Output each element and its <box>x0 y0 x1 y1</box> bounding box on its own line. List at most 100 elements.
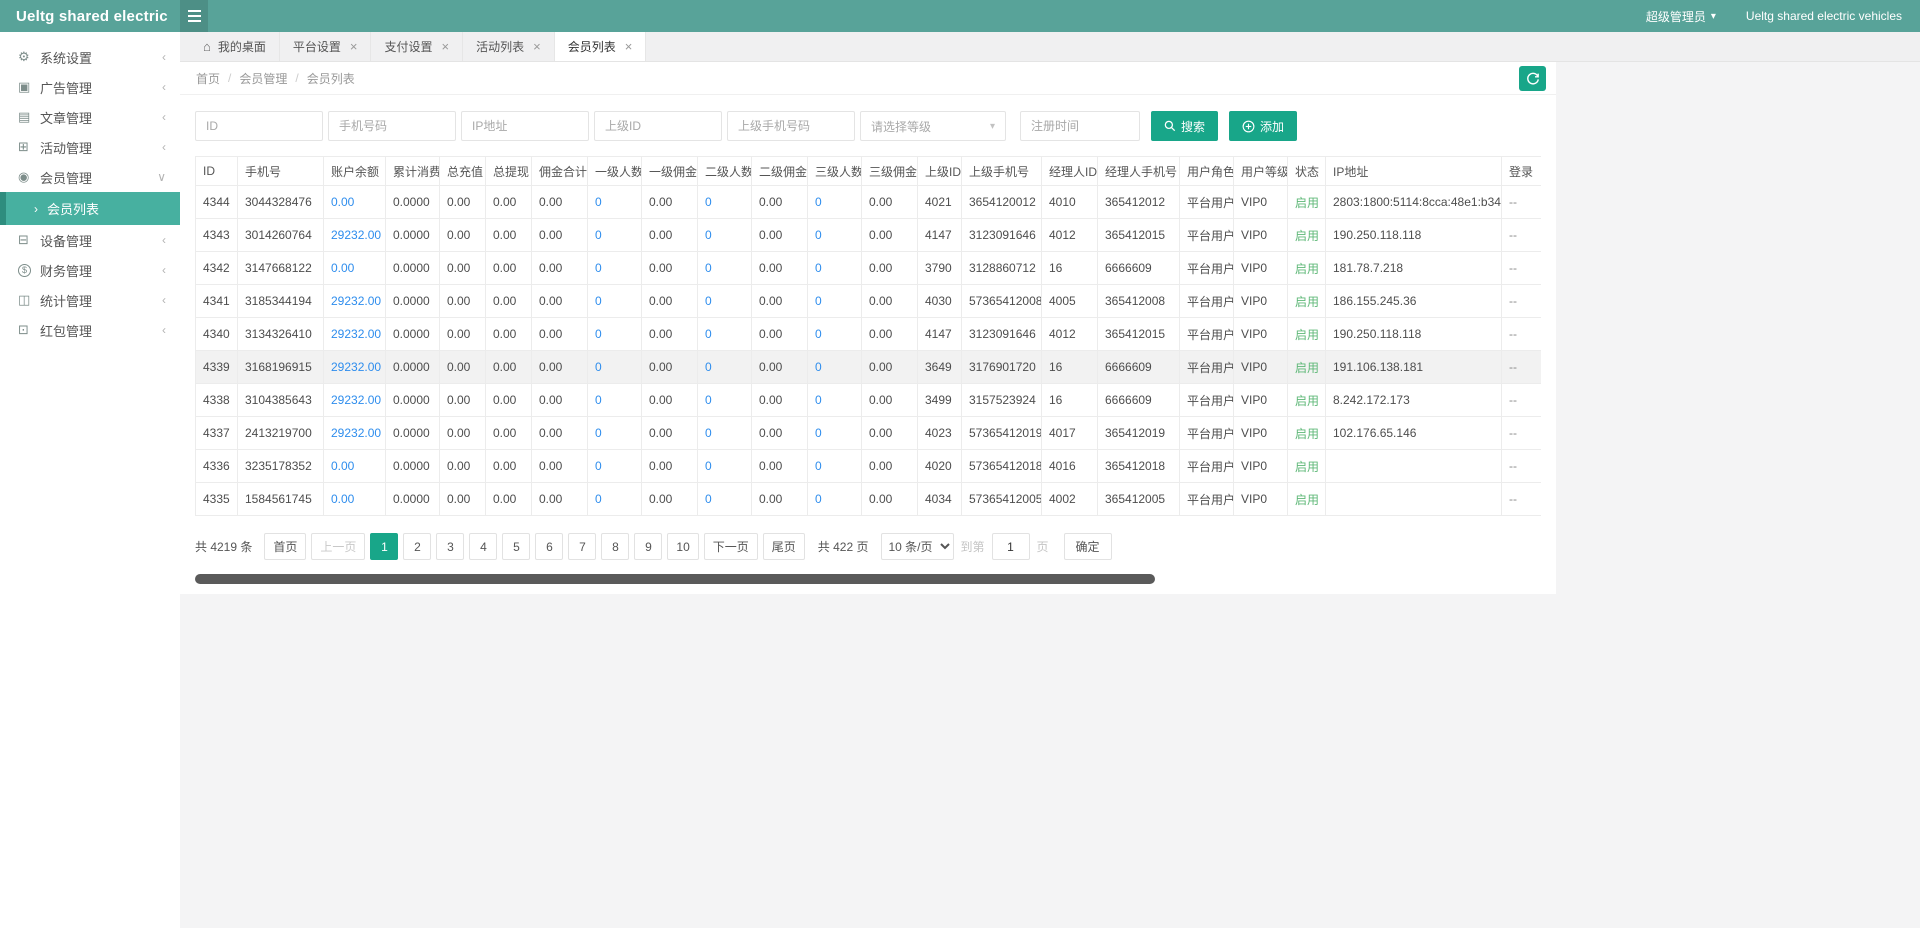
tab-platform-settings[interactable]: 平台设置× <box>280 32 372 61</box>
table-cell[interactable]: 0 <box>698 351 752 384</box>
table-cell[interactable]: 0 <box>808 351 862 384</box>
page-button-6[interactable]: 6 <box>535 533 563 560</box>
filter-input-phone[interactable] <box>328 111 456 141</box>
close-icon[interactable]: × <box>350 39 358 54</box>
table-cell[interactable]: 29232.00 <box>324 318 386 351</box>
table-cell[interactable]: 启用 <box>1288 186 1326 219</box>
close-icon[interactable]: × <box>625 39 633 54</box>
sidebar-item-finance-management[interactable]: $财务管理‹ <box>0 255 180 285</box>
table-cell[interactable]: 0 <box>698 219 752 252</box>
search-button[interactable]: 搜索 <box>1151 111 1218 141</box>
prev-page-button[interactable]: 上一页 <box>311 533 365 560</box>
table-cell[interactable]: 0 <box>698 450 752 483</box>
sidebar-item-stats-management[interactable]: ◫统计管理‹ <box>0 285 180 315</box>
sidebar-subitem-member-list[interactable]: ›会员列表 <box>0 192 180 225</box>
confirm-button[interactable]: 确定 <box>1064 533 1112 560</box>
sidebar-item-member-management[interactable]: ◉会员管理∨ <box>0 162 180 192</box>
menu-toggle-button[interactable] <box>180 0 208 32</box>
table-cell[interactable]: 0 <box>588 252 642 285</box>
page-button-2[interactable]: 2 <box>403 533 431 560</box>
table-cell[interactable]: 0 <box>808 384 862 417</box>
table-cell[interactable]: 0 <box>588 186 642 219</box>
tab-member-list[interactable]: 会员列表× <box>555 32 647 61</box>
table-cell[interactable]: 0 <box>698 252 752 285</box>
filter-input-parent-id[interactable] <box>594 111 722 141</box>
breadcrumb-item[interactable]: 首页 <box>196 70 220 87</box>
last-page-button[interactable]: 尾页 <box>763 533 805 560</box>
table-cell[interactable]: 启用 <box>1288 483 1326 516</box>
table-cell[interactable]: 29232.00 <box>324 384 386 417</box>
admin-role-dropdown[interactable]: 超级管理员 ▾ <box>1646 8 1716 25</box>
level-select[interactable]: 请选择等级 ▾ <box>860 111 1006 141</box>
filter-input-parent-phone[interactable] <box>727 111 855 141</box>
table-cell[interactable]: 0 <box>588 384 642 417</box>
page-button-8[interactable]: 8 <box>601 533 629 560</box>
table-cell[interactable]: 29232.00 <box>324 417 386 450</box>
table-cell[interactable]: 0 <box>808 450 862 483</box>
sidebar-item-article-management[interactable]: ▤文章管理‹ <box>0 102 180 132</box>
table-cell[interactable]: 0 <box>588 483 642 516</box>
page-button-4[interactable]: 4 <box>469 533 497 560</box>
table-cell[interactable]: 0 <box>698 186 752 219</box>
table-cell[interactable]: 启用 <box>1288 252 1326 285</box>
page-button-5[interactable]: 5 <box>502 533 530 560</box>
first-page-button[interactable]: 首页 <box>264 533 306 560</box>
sidebar-item-redpacket-management[interactable]: ⊡红包管理‹ <box>0 315 180 345</box>
table-cell[interactable]: 29232.00 <box>324 285 386 318</box>
table-cell[interactable]: 0 <box>588 351 642 384</box>
filter-input-id[interactable] <box>195 111 323 141</box>
sidebar-item-device-management[interactable]: ⊟设备管理‹ <box>0 225 180 255</box>
table-cell[interactable]: 启用 <box>1288 417 1326 450</box>
table-cell[interactable]: 0 <box>808 252 862 285</box>
scrollbar-thumb[interactable] <box>195 574 1155 584</box>
table-cell[interactable]: 启用 <box>1288 384 1326 417</box>
table-cell[interactable]: 0 <box>698 318 752 351</box>
table-cell[interactable]: 0 <box>698 417 752 450</box>
next-page-button[interactable]: 下一页 <box>704 533 758 560</box>
table-cell[interactable]: 0 <box>588 417 642 450</box>
table-cell[interactable]: 0 <box>808 186 862 219</box>
page-button-7[interactable]: 7 <box>568 533 596 560</box>
table-cell[interactable]: 0.00 <box>324 450 386 483</box>
table-cell[interactable]: 0 <box>588 285 642 318</box>
table-cell[interactable]: 启用 <box>1288 285 1326 318</box>
table-cell[interactable]: 0.00 <box>324 186 386 219</box>
sidebar-item-activity-management[interactable]: ⊞活动管理‹ <box>0 132 180 162</box>
sidebar-item-system-settings[interactable]: ⚙系统设置‹ <box>0 42 180 72</box>
table-cell[interactable]: 0 <box>808 417 862 450</box>
page-size-select[interactable]: 10 条/页 <box>881 533 954 560</box>
tab-activity-list[interactable]: 活动列表× <box>463 32 555 61</box>
close-icon[interactable]: × <box>533 39 541 54</box>
page-button-1[interactable]: 1 <box>370 533 398 560</box>
table-cell[interactable]: 0 <box>808 219 862 252</box>
table-cell[interactable]: 0 <box>698 384 752 417</box>
table-cell[interactable]: 启用 <box>1288 450 1326 483</box>
table-cell[interactable]: 0 <box>808 318 862 351</box>
table-cell[interactable]: 启用 <box>1288 351 1326 384</box>
table-cell[interactable]: 0 <box>588 219 642 252</box>
add-button[interactable]: 添加 <box>1229 111 1297 141</box>
table-cell[interactable]: 启用 <box>1288 219 1326 252</box>
refresh-button[interactable] <box>1519 66 1546 91</box>
table-cell[interactable]: 0 <box>698 285 752 318</box>
page-button-3[interactable]: 3 <box>436 533 464 560</box>
table-cell[interactable]: 0.00 <box>324 252 386 285</box>
page-button-9[interactable]: 9 <box>634 533 662 560</box>
table-cell[interactable]: 29232.00 <box>324 351 386 384</box>
filter-input-ip[interactable] <box>461 111 589 141</box>
table-cell[interactable]: 0 <box>588 450 642 483</box>
table-cell[interactable]: 29232.00 <box>324 219 386 252</box>
tab-desktop[interactable]: ⌂我的桌面 <box>190 32 280 61</box>
tab-payment-settings[interactable]: 支付设置× <box>371 32 463 61</box>
table-cell[interactable]: 0 <box>588 318 642 351</box>
table-cell[interactable]: 启用 <box>1288 318 1326 351</box>
table-cell[interactable]: 0 <box>698 483 752 516</box>
close-icon[interactable]: × <box>442 39 450 54</box>
breadcrumb-item[interactable]: 会员列表 <box>307 70 355 87</box>
table-cell[interactable]: 0 <box>808 285 862 318</box>
page-button-10[interactable]: 10 <box>667 533 698 560</box>
table-cell[interactable]: 0 <box>808 483 862 516</box>
goto-page-input[interactable] <box>992 533 1030 560</box>
register-time-input[interactable] <box>1020 111 1140 141</box>
sidebar-item-ad-management[interactable]: ▣广告管理‹ <box>0 72 180 102</box>
